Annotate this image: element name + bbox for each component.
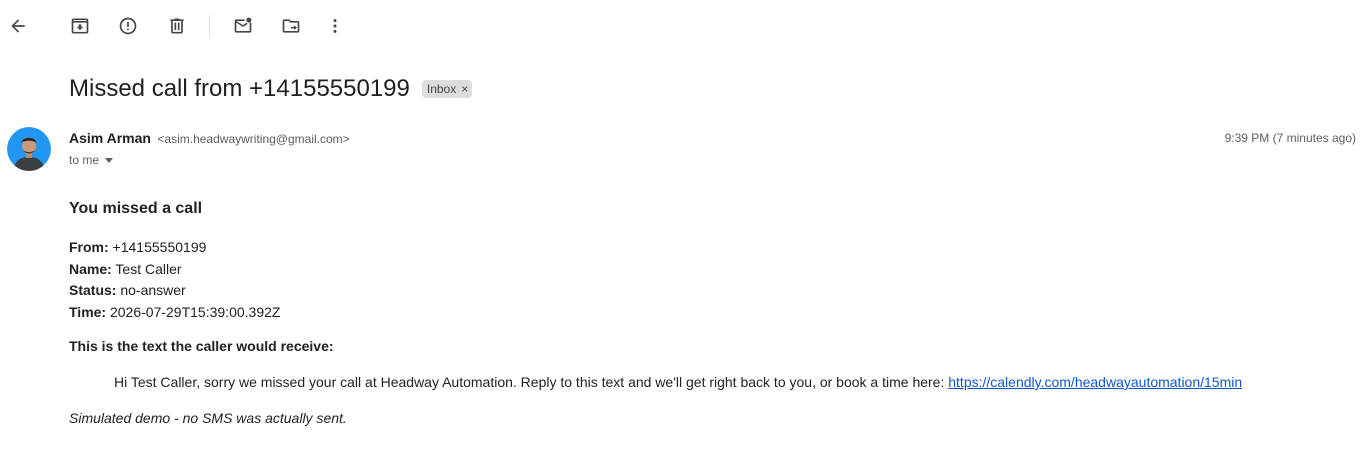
field-name: Name: Test Caller [69,259,280,281]
arrow-left-icon [11,19,25,33]
recipient-text: to me [69,153,100,167]
subject-row: Missed call from +14155550199 Inbox × [69,72,473,106]
remove-label-icon[interactable]: × [461,80,468,98]
archive-icon [71,18,89,34]
email-toolbar [0,0,1368,52]
report-icon [119,17,137,35]
field-value: no-answer [116,282,186,299]
toolbar-divider [209,14,210,38]
trash-icon [170,18,184,34]
caret-down-icon [105,157,114,163]
archive-button[interactable] [64,10,96,42]
field-from: From: +14155550199 [69,237,280,259]
email-subject: Missed call from +14155550199 [69,75,410,102]
field-value: Test Caller [111,260,182,277]
field-label: From: [69,239,109,255]
recipient-details-toggle[interactable]: to me [69,151,114,169]
mark-unread-button[interactable] [227,10,259,42]
field-status: Status: no-answer [69,280,280,302]
delete-button[interactable] [161,10,193,42]
label-text: Inbox [426,82,457,96]
demo-footnote: Simulated demo - no SMS was actually sen… [69,410,347,426]
message-heading: You missed a call [69,200,203,217]
avatar-image [7,127,51,171]
field-value: 2026-07-29T15:39:00.392Z [106,304,281,321]
sender-line: Asim Arman <asim.headwaywriting@gmail.co… [69,128,350,148]
call-details: From: +14155550199 Name: Test Caller Sta… [69,237,280,324]
sms-preview: Hi Test Caller, sorry we missed your cal… [114,374,1242,390]
back-button[interactable] [2,10,34,42]
field-time: Time: 2026-07-29T15:39:00.392Z [69,302,280,324]
more-vert-icon [333,19,337,33]
field-label: Name: [69,260,112,277]
more-button[interactable] [319,10,351,42]
sender-name[interactable]: Asim Arman [69,130,151,146]
field-label: Time: [69,304,107,321]
email-view: Missed call from +14155550199 Inbox × As… [0,0,1368,454]
avatar[interactable] [7,127,51,171]
field-label: Status: [69,282,117,299]
sms-text: Hi Test Caller, sorry we missed your cal… [114,374,949,390]
move-to-folder-icon [282,19,300,33]
field-value: +14155550199 [108,239,207,255]
report-spam-button[interactable] [112,10,144,42]
sender-email: <asim.headwaywriting@gmail.com> [157,132,350,146]
sms-heading: This is the text the caller would receiv… [69,338,334,354]
mark-unread-icon [234,17,252,33]
move-to-button[interactable] [275,10,307,42]
booking-link[interactable]: https://calendly.com/headwayautomation/1… [948,374,1242,390]
inbox-label-chip[interactable]: Inbox × [421,80,473,98]
email-body: You missed a call From: +14155550199 Nam… [69,198,1349,426]
email-timestamp: 9:39 PM (7 minutes ago) [1224,131,1356,145]
